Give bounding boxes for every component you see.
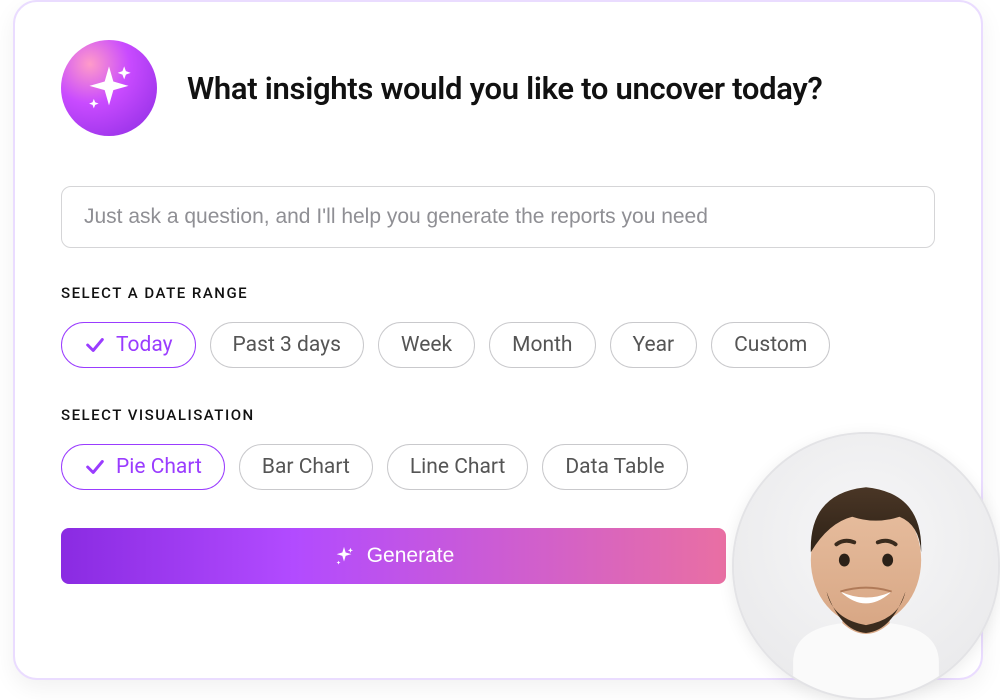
date-range-week[interactable]: Week bbox=[378, 322, 475, 368]
avatar bbox=[732, 432, 1000, 700]
sparkle-icon bbox=[333, 545, 355, 567]
visualisation-pie-chart[interactable]: Pie Chart bbox=[61, 444, 225, 490]
pill-label: Month bbox=[512, 333, 572, 357]
date-range-label: SELECT A DATE RANGE bbox=[61, 284, 935, 302]
visualisation-data-table[interactable]: Data Table bbox=[542, 444, 687, 490]
visualisation-label: SELECT VISUALISATION bbox=[61, 406, 935, 424]
date-range-month[interactable]: Month bbox=[489, 322, 595, 368]
visualisation-line-chart[interactable]: Line Chart bbox=[387, 444, 529, 490]
date-range-custom[interactable]: Custom bbox=[711, 322, 830, 368]
pill-label: Year bbox=[633, 333, 675, 357]
page-title: What insights would you like to uncover … bbox=[187, 70, 822, 107]
date-range-past-3-days[interactable]: Past 3 days bbox=[210, 322, 364, 368]
sparkle-icon bbox=[83, 62, 135, 114]
pill-label: Past 3 days bbox=[233, 333, 341, 357]
avatar-image bbox=[734, 434, 998, 698]
pill-label: Week bbox=[401, 333, 452, 357]
generate-button-label: Generate bbox=[367, 544, 455, 568]
pill-label: Custom bbox=[734, 333, 807, 357]
question-input[interactable] bbox=[61, 186, 935, 248]
generate-button[interactable]: Generate bbox=[61, 528, 726, 584]
pill-label: Today bbox=[116, 333, 173, 357]
check-icon bbox=[84, 334, 106, 356]
pill-label: Bar Chart bbox=[262, 455, 350, 479]
date-range-year[interactable]: Year bbox=[610, 322, 698, 368]
date-range-row: Today Past 3 days Week Month Year Custom bbox=[61, 322, 935, 368]
pill-label: Line Chart bbox=[410, 455, 506, 479]
visualisation-bar-chart[interactable]: Bar Chart bbox=[239, 444, 373, 490]
pill-label: Data Table bbox=[565, 455, 664, 479]
date-range-today[interactable]: Today bbox=[61, 322, 196, 368]
header-row: What insights would you like to uncover … bbox=[61, 40, 935, 136]
sparkle-logo bbox=[61, 40, 157, 136]
pill-label: Pie Chart bbox=[116, 455, 202, 479]
check-icon bbox=[84, 456, 106, 478]
